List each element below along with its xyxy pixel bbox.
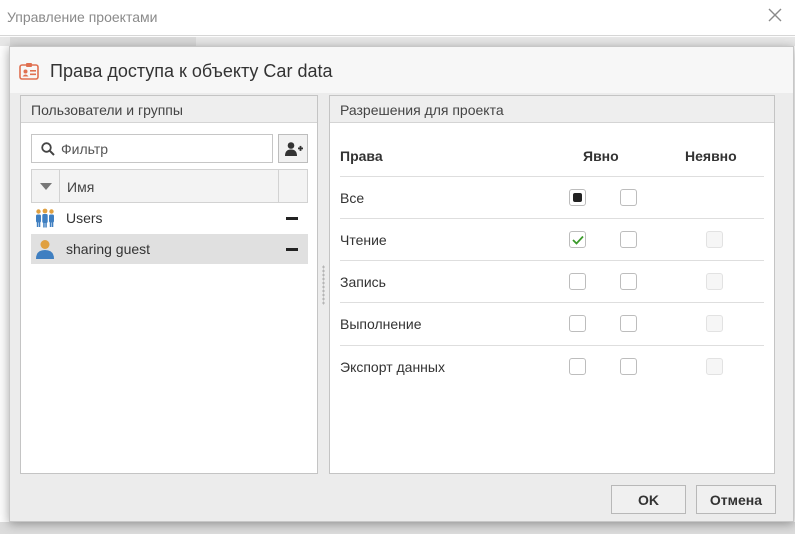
permissions-panel-header: Разрешения для проекта	[330, 96, 774, 123]
column-header-name[interactable]: Имя	[67, 179, 94, 195]
chevron-down-icon	[40, 183, 52, 190]
ok-button[interactable]: OK	[611, 485, 686, 514]
deny-checkbox[interactable]	[620, 315, 637, 332]
remove-button[interactable]	[286, 248, 298, 251]
background-titlebar: Управление проектами	[0, 0, 795, 36]
filter-input[interactable]	[61, 140, 266, 158]
users-list-header: Имя	[31, 169, 308, 203]
users-panel-header: Пользователи и группы	[21, 96, 317, 123]
list-item-label: sharing guest	[66, 241, 151, 257]
add-user-button[interactable]	[278, 134, 308, 163]
permission-row-export: Экспорт данных	[340, 345, 764, 387]
list-item[interactable]: Users	[31, 203, 308, 233]
allow-checkbox[interactable]	[569, 189, 586, 206]
add-user-icon	[285, 142, 303, 156]
allow-checkbox[interactable]	[569, 315, 586, 332]
implicit-checkbox	[706, 231, 723, 248]
deny-checkbox[interactable]	[620, 273, 637, 290]
window-title: Управление проектами	[7, 9, 158, 25]
deny-checkbox[interactable]	[620, 358, 637, 375]
permissions-dialog: Права доступа к объекту Car data Пользов…	[9, 46, 794, 522]
panel-splitter-handle[interactable]	[322, 265, 325, 305]
permission-row-write: Запись	[340, 260, 764, 302]
column-divider	[278, 170, 279, 202]
search-icon	[41, 142, 55, 156]
sort-toggle[interactable]	[32, 170, 60, 202]
dialog-header: Права доступа к объекту Car data	[10, 47, 793, 93]
implicit-checkbox	[706, 273, 723, 290]
implicit-checkbox	[706, 358, 723, 375]
checkmark-icon	[572, 235, 584, 245]
cancel-button[interactable]: Отмена	[696, 485, 776, 514]
permission-label: Запись	[340, 274, 386, 290]
deny-checkbox[interactable]	[620, 189, 637, 206]
allow-checkbox[interactable]	[569, 231, 586, 248]
users-groups-panel: Пользователи и группы Имя	[20, 95, 318, 474]
id-card-icon	[19, 62, 39, 80]
permission-row-all: Все	[340, 176, 764, 218]
permission-label: Все	[340, 190, 365, 206]
background-statusbar	[0, 522, 795, 534]
permission-row-execute: Выполнение	[340, 302, 764, 344]
permission-label: Экспорт данных	[340, 359, 445, 375]
filter-field[interactable]	[31, 134, 273, 163]
allow-checkbox[interactable]	[569, 358, 586, 375]
user-group-icon	[35, 208, 55, 228]
dialog-title: Права доступа к объекту Car data	[50, 61, 333, 81]
user-icon	[35, 239, 55, 259]
implicit-checkbox	[706, 315, 723, 332]
permission-row-read: Чтение	[340, 218, 764, 260]
permission-label: Чтение	[340, 232, 387, 248]
column-header-rights: Права	[340, 148, 383, 164]
background-tab	[10, 37, 196, 46]
close-icon[interactable]	[767, 7, 783, 23]
permissions-panel: Разрешения для проекта Права Явно Неявно…	[329, 95, 775, 474]
allow-checkbox[interactable]	[569, 273, 586, 290]
column-header-implicit: Неявно	[685, 148, 737, 164]
list-item[interactable]: sharing guest	[31, 234, 308, 264]
column-header-explicit: Явно	[583, 148, 619, 164]
remove-button[interactable]	[286, 217, 298, 220]
permission-label: Выполнение	[340, 316, 422, 332]
deny-checkbox[interactable]	[620, 231, 637, 248]
list-item-label: Users	[66, 210, 103, 226]
